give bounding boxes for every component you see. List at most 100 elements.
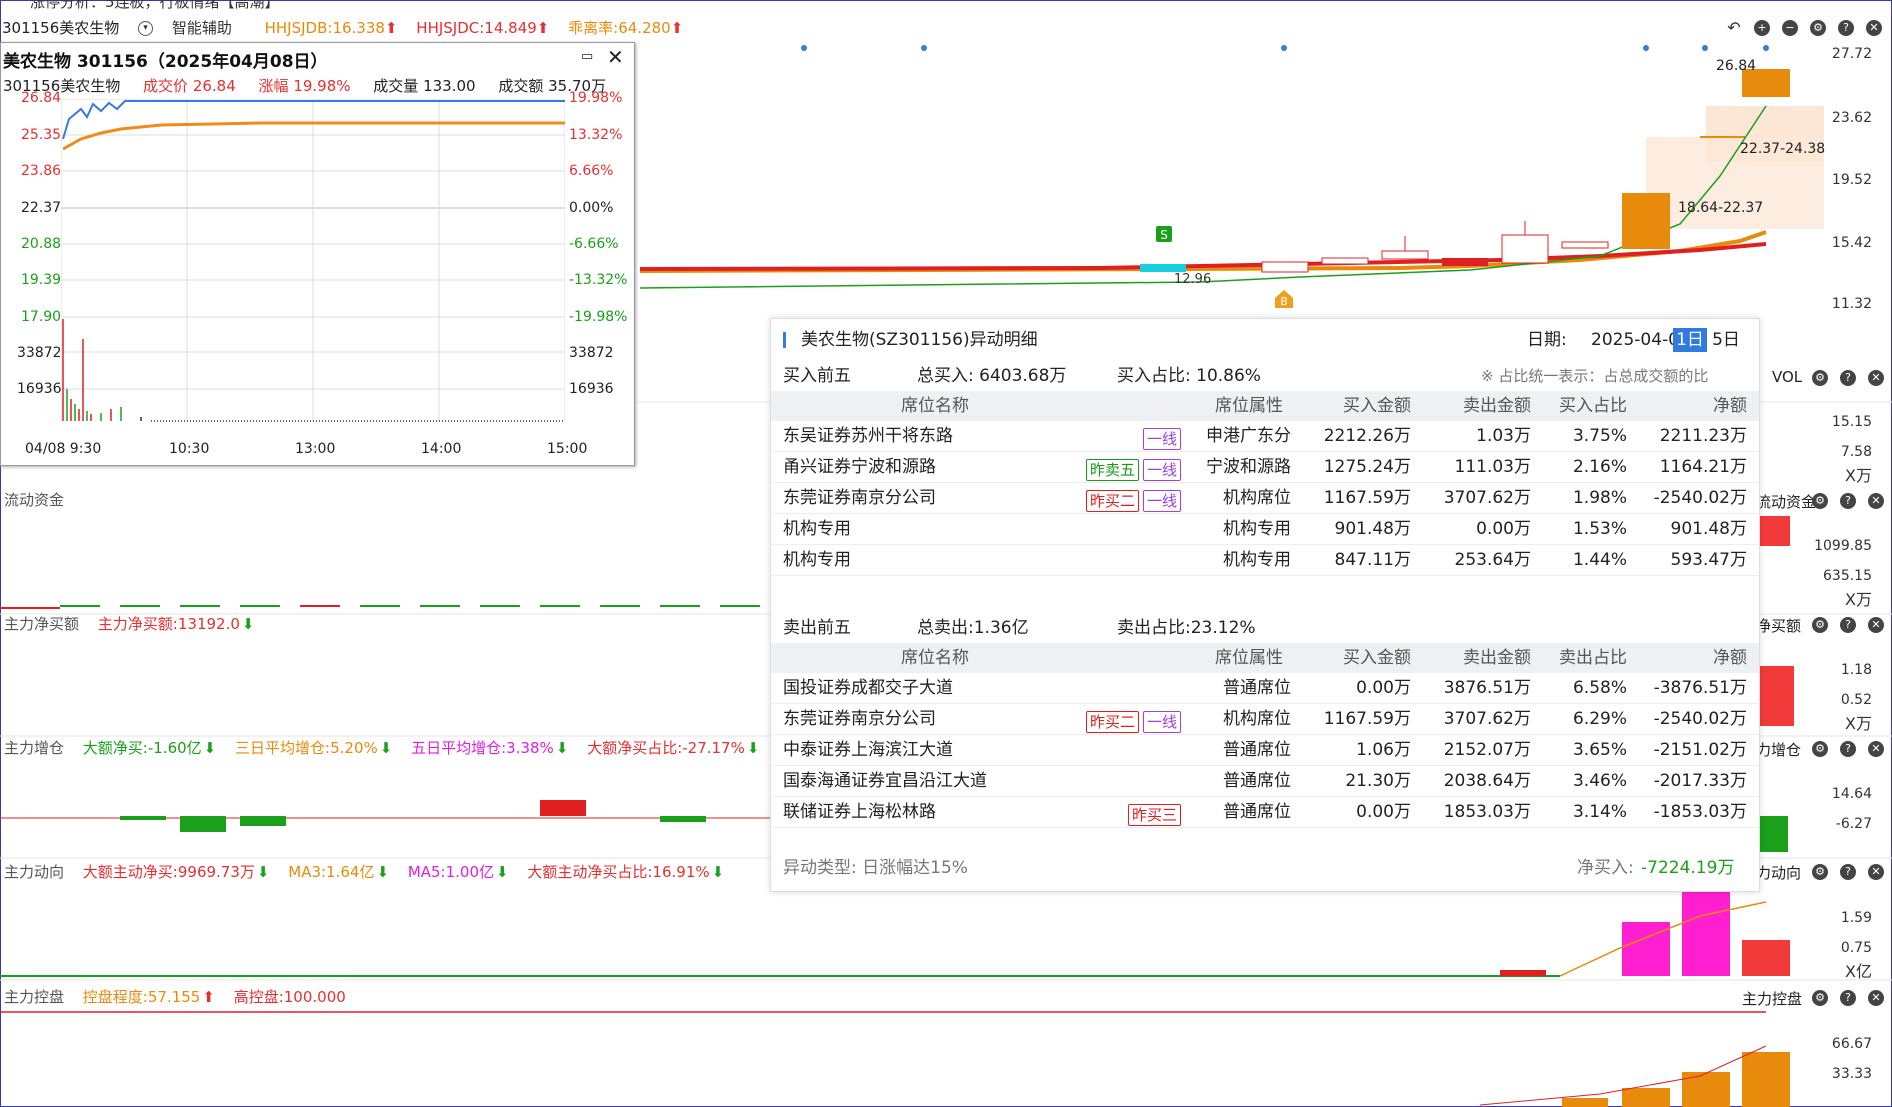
add-label: 主力增仓: [4, 739, 65, 757]
control-right-label: 主力控盘: [1742, 990, 1803, 1008]
seat-tags: 昨买二 一线: [1082, 707, 1181, 737]
seat-tag: 昨买二: [1085, 711, 1139, 733]
close-icon[interactable]: ✕: [1868, 990, 1884, 1006]
bias-value: 乖离率:64.280: [568, 19, 671, 37]
ratio: 1.53%: [1572, 519, 1627, 539]
ratio: 1.98%: [1572, 488, 1627, 508]
accent-bar: [783, 332, 786, 348]
active-v2: MA3:1.64亿: [288, 863, 375, 881]
close-icon[interactable]: ✕: [1868, 617, 1884, 633]
net-amount: 901.48万: [1670, 519, 1747, 539]
gear-icon[interactable]: ⚙: [1810, 20, 1826, 36]
down-arrow-icon: ⬇: [711, 863, 725, 881]
table-row[interactable]: 联储证券上海松林路 昨买三 普通席位 0.00万 1853.03万 3.14% -1853.…: [771, 797, 1759, 828]
flow-tick: 1099.85: [1814, 538, 1872, 554]
time-tick: 04/08 9:30: [25, 441, 102, 457]
help-icon[interactable]: ?: [1840, 990, 1856, 1006]
down-arrow-icon: ⬇: [256, 863, 270, 881]
popup-volume: 成交量 133.00: [373, 77, 476, 95]
gear-icon[interactable]: ⚙: [1812, 493, 1828, 509]
buy-ratio: 买入占比: 10.86%: [1117, 366, 1261, 386]
table-row[interactable]: 中泰证券上海滨江大道 普通席位 1.06万 2152.07万 3.65% -2151.02…: [771, 735, 1759, 766]
sell-amount: 2152.07万: [1443, 740, 1531, 760]
net-amount: -2540.02万: [1653, 709, 1747, 729]
smart-assist-toggle[interactable]: ▾ 智能辅助: [138, 19, 251, 37]
undo-icon[interactable]: ↶: [1726, 20, 1742, 36]
date-label: 日期:: [1527, 330, 1567, 350]
price-tick: 26.84: [21, 90, 62, 106]
gear-icon[interactable]: ⚙: [1812, 617, 1828, 633]
price-tick: 22.37: [21, 200, 62, 216]
active-v4: 大额主动净买占比:16.91%: [527, 863, 710, 881]
help-icon[interactable]: ?: [1840, 617, 1856, 633]
gear-icon[interactable]: ⚙: [1812, 864, 1828, 880]
close-icon[interactable]: ✕: [1868, 741, 1884, 757]
popup-change: 涨幅 19.98%: [258, 77, 351, 95]
help-icon[interactable]: ?: [1840, 864, 1856, 880]
seat-attr: 机构专用: [1223, 550, 1291, 570]
table-row[interactable]: 机构专用 机构专用 847.11万 253.64万 1.44% 593.47万: [771, 545, 1759, 576]
net-amount: -2540.02万: [1653, 488, 1747, 508]
netbuy-bar-last: [1758, 666, 1794, 726]
close-icon[interactable]: ✕: [1868, 493, 1884, 509]
col-net: 净额: [1713, 396, 1747, 416]
popup-price: 成交价 26.84: [143, 77, 236, 95]
zoom-in-icon[interactable]: +: [1754, 20, 1770, 36]
net-amount: 2211.23万: [1659, 426, 1747, 446]
close-icon[interactable]: ✕: [1868, 864, 1884, 880]
vol-tick: 7.58: [1840, 444, 1872, 460]
up-arrow-icon: ⬆: [536, 19, 550, 37]
last-price-label: 26.84: [1716, 58, 1756, 74]
gear-icon[interactable]: ⚙: [1812, 370, 1828, 386]
add-v4: 大额净买占比:-27.17%: [587, 739, 745, 757]
net-unit: X万: [1845, 714, 1872, 733]
pct-tick: -19.98%: [569, 309, 628, 325]
control-tick: 33.33: [1831, 1066, 1872, 1082]
seat-tag: 昨买二: [1085, 490, 1139, 512]
help-icon[interactable]: ?: [1840, 370, 1856, 386]
table-row[interactable]: 东吴证券苏州干将东路 一线 申港广东分 2212.26万 1.03万 3.75% 2211.…: [771, 421, 1759, 452]
help-icon[interactable]: ?: [1840, 741, 1856, 757]
intraday-popup[interactable]: 美农生物 301156（2025年04月08日） ▭ ✕ 301156美农生物 …: [0, 42, 635, 466]
table-row[interactable]: 国投证券成都交子大道 普通席位 0.00万 3876.51万 6.58% -3876.51…: [771, 673, 1759, 704]
active-tick: 0.75: [1840, 940, 1872, 956]
svg-text:S: S: [1160, 228, 1168, 242]
net-amount: 1164.21万: [1659, 457, 1747, 477]
seat-tags: 一线: [1139, 424, 1181, 454]
zoom-out-icon[interactable]: −: [1782, 20, 1798, 36]
price-tick: 19.39: [21, 272, 62, 288]
tab-1-day[interactable]: 1日: [1673, 328, 1707, 352]
close-icon[interactable]: ✕: [1868, 370, 1884, 386]
table-row[interactable]: 甬兴证券宁波和源路 昨卖五 一线 宁波和源路 1275.24万 111.03万 2.16% 1…: [771, 452, 1759, 483]
table-row[interactable]: 国泰海通证券宜昌沿江大道 普通席位 21.30万 2038.64万 3.46% -2017…: [771, 766, 1759, 797]
sell-amount: 2038.64万: [1443, 771, 1531, 791]
time-tick: 13:00: [295, 441, 336, 457]
table-row[interactable]: 机构专用 机构专用 901.48万 0.00万 1.53% 901.48万: [771, 514, 1759, 545]
help-icon[interactable]: ?: [1840, 493, 1856, 509]
seat-tag: 昨买三: [1127, 804, 1181, 826]
net-buy-value: -7224.19万: [1641, 858, 1735, 878]
net-legend: 主力净买额 主力净买额:13192.0 ⬇: [4, 610, 268, 638]
sell-amount: 3707.62万: [1443, 488, 1531, 508]
close-icon[interactable]: ✕: [607, 45, 624, 69]
gear-icon[interactable]: ⚙: [1812, 990, 1828, 1006]
buy-amount: 1.06万: [1356, 740, 1411, 760]
net-value: 主力净买额:13192.0: [97, 615, 240, 633]
col-buy: 买入金额: [1343, 396, 1411, 416]
maximize-icon[interactable]: ▭: [581, 49, 597, 64]
unusual-detail-panel[interactable]: 美农生物(SZ301156)异动明细 日期: 2025-04-08 1日 5日 …: [770, 318, 1760, 892]
net-amount: -2017.33万: [1653, 771, 1747, 791]
price-tick: 20.88: [21, 236, 62, 252]
close-icon[interactable]: ✕: [1866, 20, 1882, 36]
table-row[interactable]: 东莞证券南京分公司 昨买二 一线 机构席位 1167.59万 3707.62万 6.29% -…: [771, 704, 1759, 735]
flow-bars: [0, 605, 760, 609]
help-icon[interactable]: ?: [1838, 20, 1854, 36]
ratio-note: ※ 占比统一表示：占总成交额的比: [1481, 367, 1709, 385]
pct-tick: -13.32%: [569, 272, 628, 288]
gear-icon[interactable]: ⚙: [1812, 741, 1828, 757]
price-tick: 25.35: [21, 127, 62, 143]
sell-ratio: 卖出占比:23.12%: [1117, 618, 1256, 638]
table-row[interactable]: 东莞证券南京分公司 昨买二 一线 机构席位 1167.59万 3707.62万 1.98% -…: [771, 483, 1759, 514]
tab-5-day[interactable]: 5日: [1709, 328, 1743, 352]
buy-total: 总买入: 6403.68万: [917, 366, 1067, 386]
